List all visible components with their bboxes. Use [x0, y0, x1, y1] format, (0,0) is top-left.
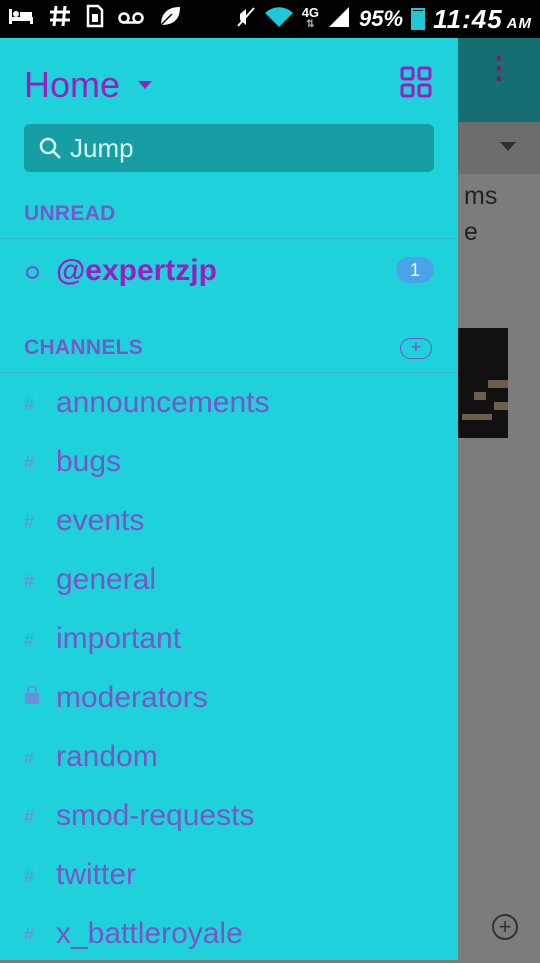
chevron-down-icon[interactable]	[500, 142, 516, 151]
presence-dot-icon	[26, 266, 39, 279]
channel-name: smod-requests	[56, 799, 255, 832]
sidebar-item-important[interactable]: # important	[0, 612, 458, 668]
channels-section-label: CHANNELS	[24, 336, 144, 359]
unread-badge: 1	[396, 257, 434, 283]
clock: 11:45 AM	[433, 3, 532, 34]
wifi-icon	[264, 6, 294, 33]
mute-icon	[236, 6, 256, 33]
background-app[interactable]: ⋮ ms e +	[458, 38, 540, 960]
hash-icon: #	[24, 571, 35, 591]
add-icon[interactable]: +	[492, 914, 518, 940]
list-item-dm[interactable]: @expertzjp 1	[0, 248, 458, 298]
sidebar-item-general[interactable]: # general	[0, 553, 458, 609]
lock-icon	[25, 685, 39, 704]
divider	[0, 238, 458, 239]
channel-name: moderators	[56, 681, 208, 714]
hashtag-icon	[48, 4, 72, 34]
divider	[0, 372, 458, 373]
avatar	[458, 328, 508, 438]
data-arrows-icon: ⇅	[306, 19, 315, 30]
sidebar-item-twitter[interactable]: # twitter	[0, 848, 458, 904]
background-subbar	[458, 122, 540, 174]
hash-icon: #	[24, 453, 35, 473]
sim-icon	[86, 4, 104, 34]
channel-name: x_battleroyale	[56, 917, 243, 950]
dm-name: @expertzjp	[56, 254, 217, 287]
signal-icon	[327, 6, 351, 33]
sidebar-item-moderators[interactable]: moderators	[0, 671, 458, 727]
unread-section-label: UNREAD	[24, 202, 116, 225]
leaf-icon	[158, 5, 182, 33]
page-title: Home	[24, 64, 121, 105]
sidebar-item-random[interactable]: # random	[0, 730, 458, 786]
overflow-menu-icon[interactable]: ⋮	[484, 54, 514, 84]
search-icon	[39, 137, 61, 159]
hash-icon: #	[24, 925, 35, 945]
hash-icon: #	[24, 807, 35, 827]
channel-name: general	[56, 563, 157, 596]
sidebar-item-bugs[interactable]: # bugs	[0, 435, 458, 491]
background-message-text: ms e	[464, 182, 498, 246]
battery-icon	[411, 8, 426, 30]
sidebar-item-announcements[interactable]: # announcements	[0, 376, 458, 432]
caret-down-icon	[138, 81, 153, 89]
sidebar-item-smod-requests[interactable]: # smod-requests	[0, 789, 458, 845]
hash-icon: #	[24, 748, 35, 768]
team-switcher[interactable]: Home	[24, 64, 153, 106]
hash-icon: #	[24, 630, 35, 650]
jump-search[interactable]	[24, 124, 434, 172]
battery-percent: 95%	[359, 6, 404, 31]
hash-icon: #	[24, 512, 35, 532]
hash-icon: #	[24, 394, 35, 414]
sidebar-item-events[interactable]: # events	[0, 494, 458, 550]
4g-icon: 4G ⇅	[301, 5, 320, 30]
channel-name: bugs	[56, 445, 122, 478]
sidebar-item-x-battleroyale[interactable]: # x_battleroyale	[0, 907, 458, 963]
add-channel-button[interactable]: +	[400, 338, 432, 359]
bed-icon	[8, 7, 34, 31]
navigation-drawer: Home UNREAD @expertzjp 1 CHANNELS + # ann…	[0, 38, 458, 960]
search-input[interactable]	[68, 131, 412, 165]
grid-icon[interactable]	[400, 66, 432, 98]
channel-name: twitter	[56, 858, 137, 891]
channel-name: events	[56, 504, 145, 537]
status-bar: 4G ⇅ 95% 11:45 AM	[0, 0, 540, 38]
channel-name: random	[56, 740, 158, 773]
hash-icon: #	[24, 866, 35, 886]
channel-name: important	[56, 622, 182, 655]
channel-name: announcements	[56, 386, 270, 419]
voicemail-icon	[118, 8, 144, 31]
